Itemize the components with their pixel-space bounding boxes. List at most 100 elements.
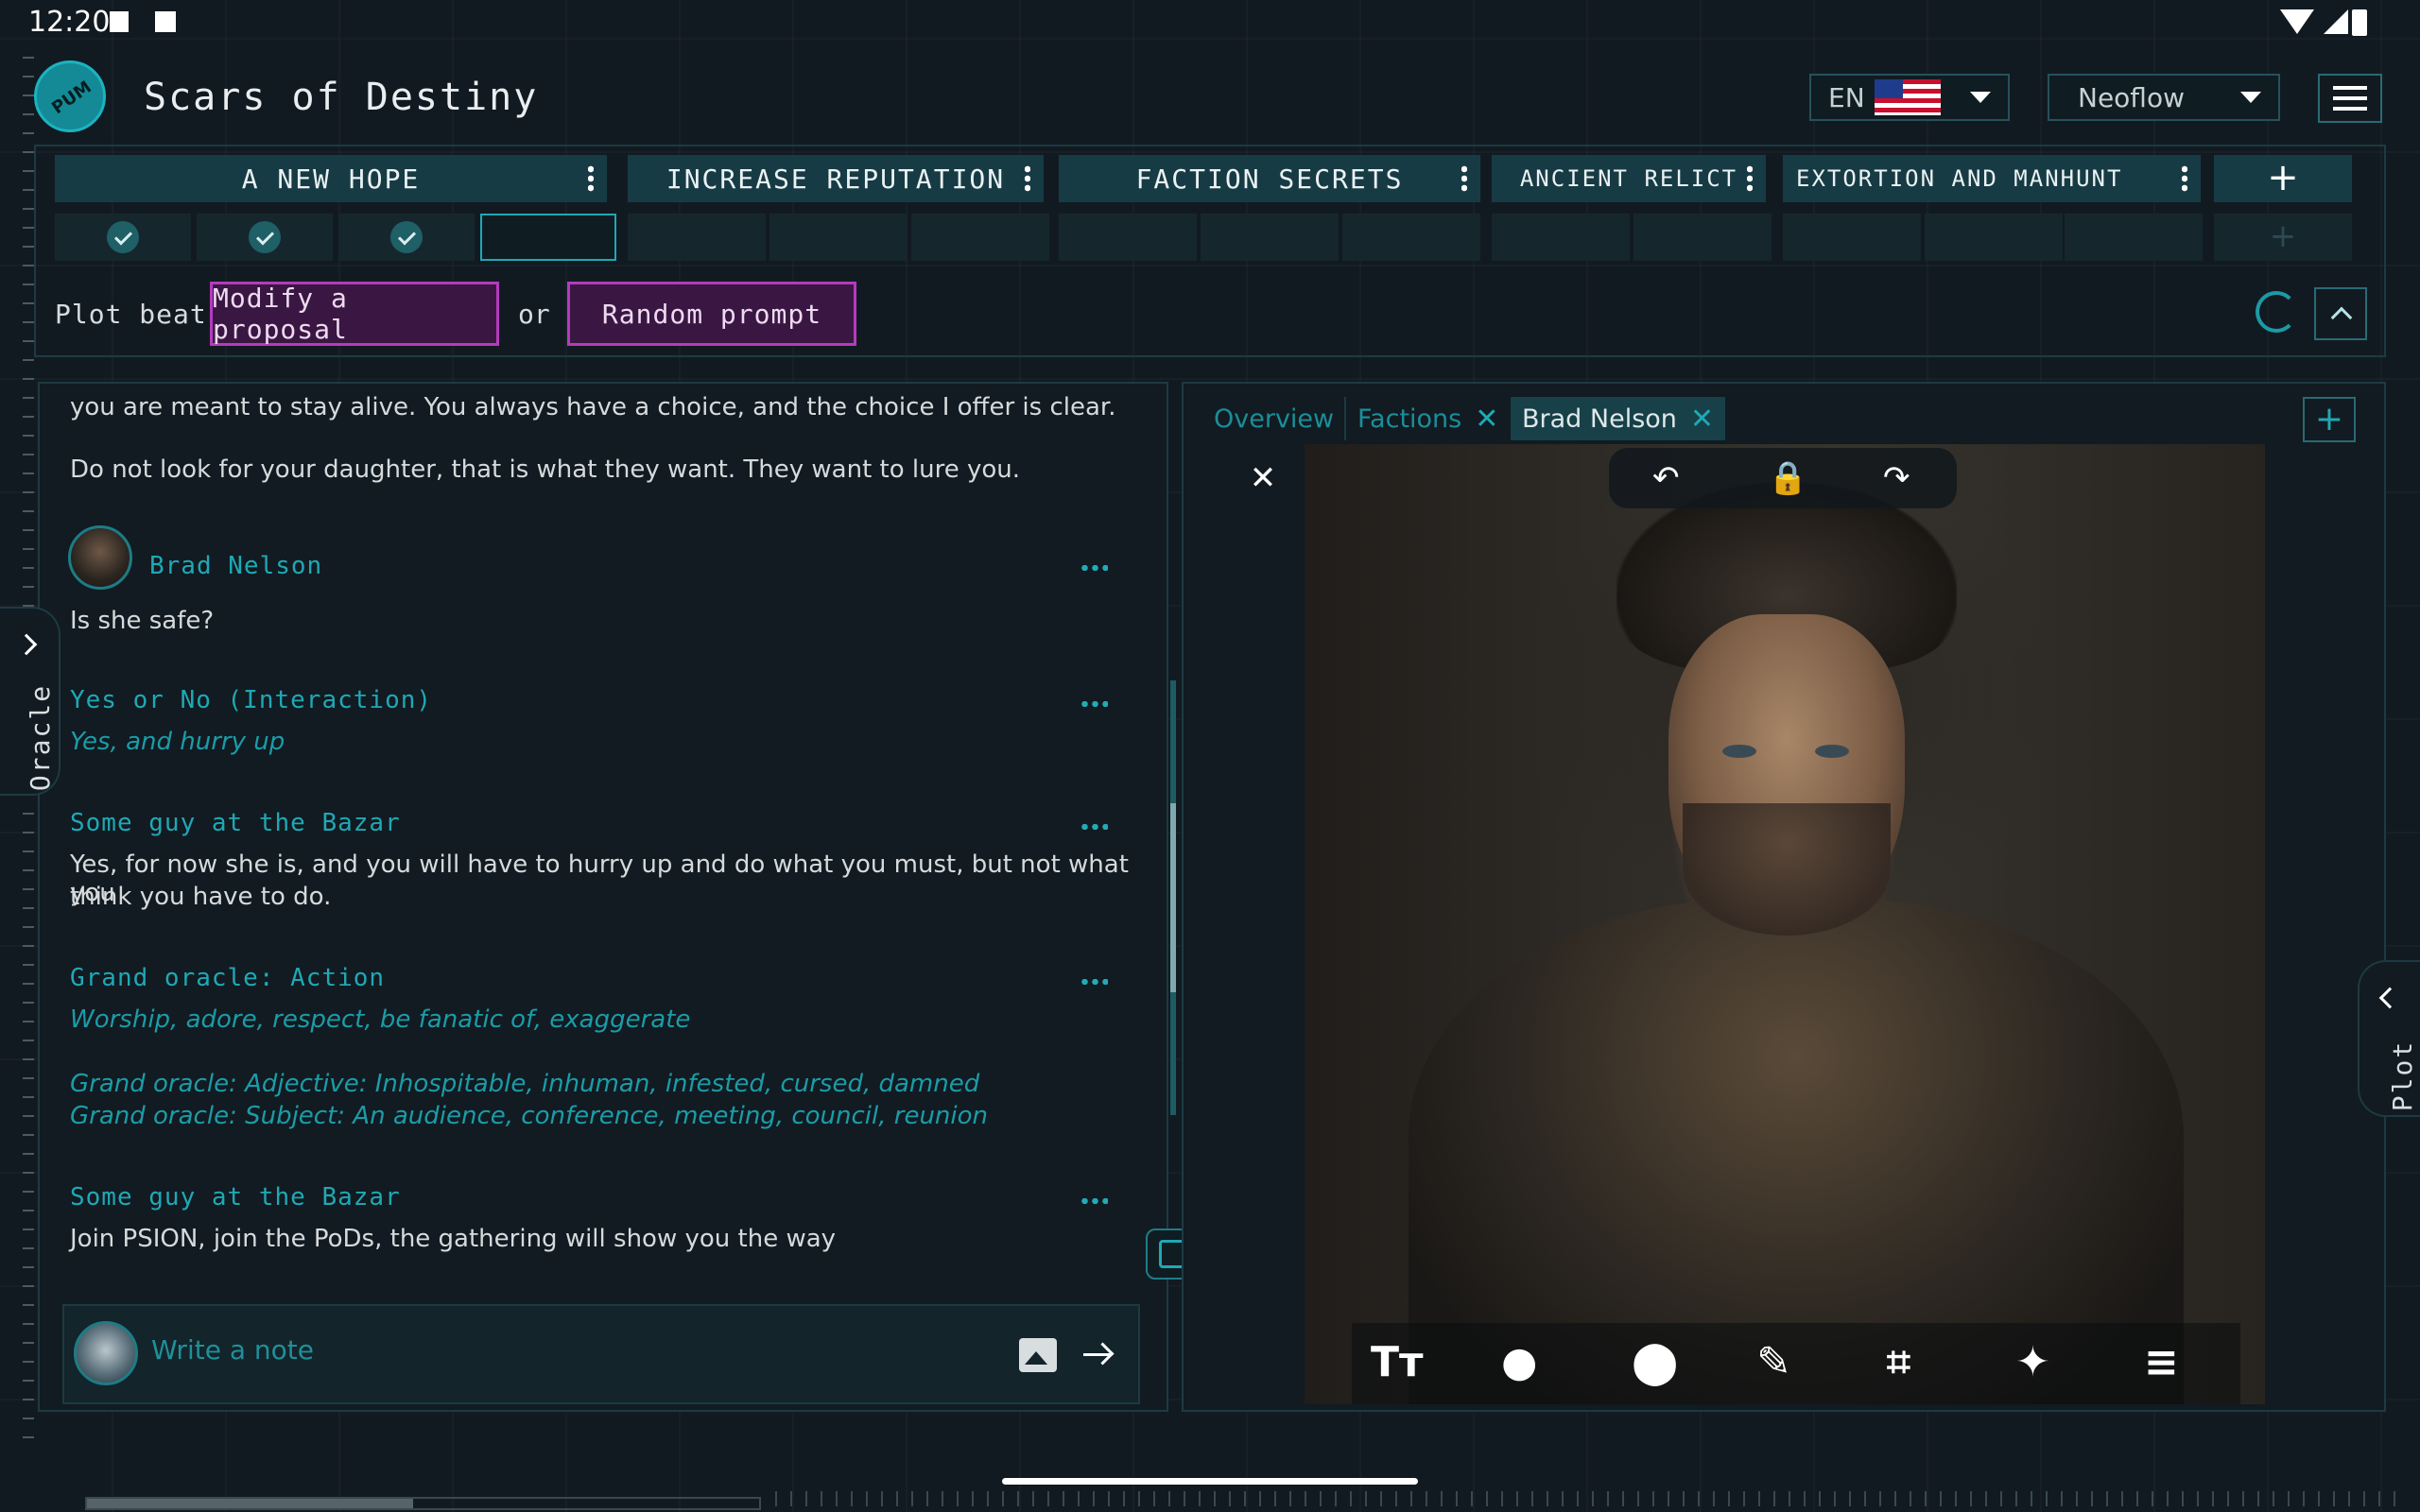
tab-label: Overview [1214,404,1335,434]
image-edit-toolbar: Tт ● ⬤ ✎ ⌗ ✦ ≡ [1352,1323,2240,1404]
beat-label: ANCIENT RELICT [1519,165,1738,192]
uk-flag-icon [1874,79,1941,115]
beat-label: INCREASE REPUTATION [666,163,1006,195]
more-horiz-icon[interactable] [1080,979,1108,985]
beat-step[interactable] [1492,214,1630,261]
horizontal-scrollbar[interactable] [85,1497,761,1510]
close-icon[interactable]: ✕ [1475,403,1498,436]
close-icon[interactable]: ✕ [1690,403,1714,436]
beat-label: A NEW HOPE [241,163,421,195]
tab-brad-nelson[interactable]: Brad Nelson ✕ [1511,397,1726,440]
beat-label: FACTION SECRETS [1135,163,1404,195]
language-select[interactable]: EN [1809,74,2010,121]
more-vert-icon[interactable] [1025,164,1030,193]
entry-text: Join PSION, join the PoDs, the gathering… [70,1225,837,1253]
beat-faction-secrets[interactable]: FACTION SECRETS [1059,155,1480,202]
entry-author: Brad Nelson [149,552,323,580]
hamburger-menu-button[interactable] [2318,74,2382,123]
theme-value: Neoflow [2078,81,2185,113]
entry-text: Worship, adore, respect, be fanatic of, … [70,1005,691,1034]
beat-increase-reputation[interactable]: INCREASE REPUTATION [628,155,1044,202]
more-vert-icon[interactable] [1461,164,1467,193]
text-size-icon[interactable]: Tт [1371,1338,1424,1386]
image-icon[interactable] [1019,1338,1057,1372]
add-tab-button[interactable]: + [2303,397,2356,442]
battery-icon [2352,9,2367,36]
home-indicator[interactable] [1002,1478,1418,1485]
more-horiz-icon[interactable] [1080,565,1108,571]
beat-step-current[interactable] [480,214,616,261]
journal-text: you are meant to stay alive. You always … [70,393,1116,421]
add-beat-button[interactable]: + [2214,155,2352,202]
chevron-down-icon [1970,92,1991,103]
beat-step[interactable] [1783,214,1921,261]
more-vert-icon[interactable] [1747,164,1753,193]
status-bar: 12:20 [0,0,2420,45]
undo-icon[interactable]: ↶ [1652,459,1680,497]
entry-author: Some guy at the Bazar [70,1183,401,1211]
avatar [68,525,132,590]
app-logo[interactable]: PUM [34,60,106,132]
story-title: Scars of Destiny [144,76,539,119]
more-horiz-icon[interactable] [1080,1198,1108,1204]
collapse-button[interactable] [2314,287,2367,340]
theme-select[interactable]: Neoflow [2048,74,2280,121]
crop-icon[interactable]: ⌗ [1887,1338,1910,1386]
journal-scrollbar[interactable] [1170,680,1176,1115]
logo-text: PUM [48,77,95,119]
sync-icon[interactable] [2256,291,2297,333]
tune-icon[interactable]: ≡ [2144,1338,2179,1386]
image-history-toolbar: ↶ 🔒 ↷ [1609,448,1957,508]
close-icon[interactable]: ✕ [1246,461,1280,495]
beat-step[interactable] [1201,214,1339,261]
wifi-icon [2280,9,2314,34]
beat-step[interactable] [1925,214,2063,261]
tab-factions[interactable]: Factions ✕ [1344,397,1510,440]
journal-text: Do not look for your daughter, that is w… [70,455,1021,484]
lock-icon[interactable]: 🔒 [1768,459,1807,497]
note-composer: Write a note [62,1304,1140,1404]
entry-text: Grand oracle: Adjective: Inhospitable, i… [70,1070,980,1098]
more-horiz-icon[interactable] [1080,824,1108,830]
entry-text: Is she safe? [70,607,215,635]
journal-panel: you are meant to stay alive. You always … [38,382,1168,1412]
random-prompt-button[interactable]: Random prompt [567,282,856,346]
beat-a-new-hope[interactable]: A NEW HOPE [55,155,607,202]
pencil-icon[interactable]: ✎ [1756,1338,1791,1386]
tab-overview[interactable]: Overview [1202,397,1345,440]
beat-step[interactable] [1059,214,1197,261]
oracle-drawer-tab[interactable]: Oracle [0,607,60,796]
person-icon[interactable]: ● [1501,1338,1537,1386]
bottom-ruler [775,1491,2401,1506]
beat-step[interactable] [1342,214,1480,261]
entry-author: Grand oracle: Action [70,964,386,992]
entry-text: Yes, and hurry up [70,728,285,756]
language-value: EN [1828,81,1865,113]
more-horiz-icon[interactable] [1080,701,1108,707]
status-time: 12:20 [28,6,111,39]
beat-extortion-and-manhunt[interactable]: EXTORTION AND MANHUNT [1783,155,2201,202]
beat-step[interactable] [911,214,1049,261]
beat-step[interactable] [2065,214,2203,261]
add-step-button[interactable]: + [2214,214,2352,261]
beat-ancient-relict[interactable]: ANCIENT RELICT [1492,155,1766,202]
beat-step[interactable] [628,214,766,261]
more-vert-icon[interactable] [2182,164,2187,193]
send-arrow-icon[interactable] [1083,1342,1112,1368]
beat-step-complete[interactable] [338,214,475,261]
beat-step[interactable] [1634,214,1772,261]
beat-step-complete[interactable] [55,214,191,261]
note-input[interactable]: Write a note [151,1334,314,1366]
plot-drawer-tab[interactable]: Plot [2358,960,2420,1117]
chevron-down-icon [2240,92,2261,103]
more-vert-icon[interactable] [588,164,594,193]
character-portrait [1305,444,2265,1404]
beat-step-complete[interactable] [197,214,333,261]
image-sparkle-icon[interactable]: ✦ [2015,1338,2050,1386]
beat-step[interactable] [769,214,908,261]
redo-icon[interactable]: ↷ [1883,459,1910,497]
tab-label: Factions [1357,404,1462,434]
chevron-right-icon [15,633,38,656]
location-pin-icon[interactable]: ⬤ [1632,1338,1678,1386]
modify-proposal-button[interactable]: Modify a proposal [210,282,499,346]
